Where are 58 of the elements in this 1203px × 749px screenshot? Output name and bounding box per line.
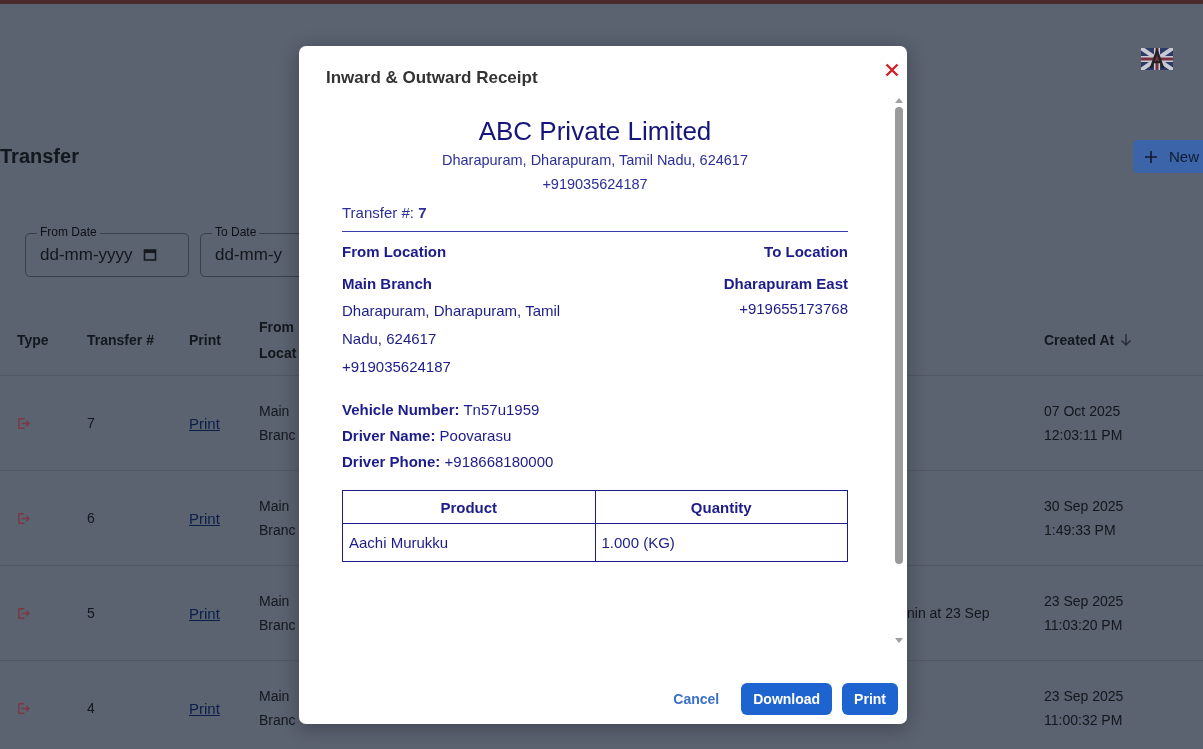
table-cell-text: 30 Sep 2025 bbox=[1044, 497, 1125, 516]
plus-icon bbox=[1145, 150, 1157, 163]
table-cell-text: 4 bbox=[87, 699, 96, 718]
table-cell: Aachi Murukku bbox=[342, 523, 595, 562]
sort-down-icon[interactable] bbox=[1120, 333, 1133, 347]
table-cell-text: 1:49:33 PM bbox=[1044, 521, 1117, 540]
column-header: Type bbox=[17, 331, 50, 350]
company-name: ABC Private Limited bbox=[477, 115, 713, 148]
column-header: Product bbox=[342, 490, 595, 524]
company-phone: +919035624187 bbox=[541, 175, 649, 194]
action-button[interactable]: Download bbox=[741, 683, 833, 715]
from-location-address: Dharapuram, Dharapuram, Tamil Nadu, 624617 bbox=[342, 301, 562, 349]
table-cell-text: 07 Oct 2025 bbox=[1044, 402, 1122, 421]
table-cell-text: Main Branc bbox=[259, 687, 297, 730]
calendar-icon[interactable] bbox=[142, 248, 157, 262]
column-header: Quantity bbox=[595, 490, 848, 524]
print-link[interactable]: Print bbox=[189, 699, 220, 717]
company-address: Dharapuram, Dharapuram, Tamil Nadu, 624617 bbox=[441, 151, 749, 170]
table-cell-text: 6 bbox=[87, 509, 96, 528]
print-link[interactable]: Print bbox=[189, 509, 220, 527]
table-cell: 1.000 (KG) bbox=[595, 523, 848, 562]
print-link[interactable]: Print bbox=[189, 414, 220, 432]
table-cell-text: Main Branc bbox=[259, 497, 297, 540]
exit-icon bbox=[17, 701, 30, 715]
table-cell-text: Main Branc bbox=[259, 592, 297, 635]
table-cell-text: 7 bbox=[87, 414, 96, 433]
transfer-number: Transfer #: 7 bbox=[342, 203, 848, 232]
print-link[interactable]: Print bbox=[189, 604, 220, 622]
exit-icon bbox=[17, 511, 30, 525]
cancel-button[interactable]: Cancel bbox=[661, 683, 732, 715]
action-button[interactable]: Print bbox=[842, 683, 898, 715]
close-icon[interactable] bbox=[885, 63, 899, 77]
page-title: Transfer bbox=[0, 145, 79, 168]
language-flag-icon[interactable] bbox=[1141, 48, 1173, 70]
dialog-title: Inward & Outward Receipt bbox=[326, 68, 538, 88]
column-header[interactable]: Created At bbox=[1044, 327, 1115, 353]
exit-icon bbox=[17, 606, 30, 620]
table-cell-text: Main Branc bbox=[259, 402, 297, 445]
column-header: Transfer # bbox=[87, 331, 155, 350]
table-cell-text: 12:03:11 PM bbox=[1044, 426, 1124, 445]
from-location-name: Main Branch bbox=[342, 274, 433, 294]
column-header: From Locat bbox=[259, 318, 298, 363]
from-location-phone: +919035624187 bbox=[342, 357, 452, 377]
table-cell: nin at 23 Sep bbox=[907, 605, 990, 621]
to-location-phone: +919655173768 bbox=[739, 299, 848, 319]
table-cell-text: 11:00:32 PM bbox=[1044, 711, 1124, 730]
new-button[interactable]: New bbox=[1133, 140, 1203, 173]
table-cell-text: 23 Sep 2025 bbox=[1044, 687, 1125, 706]
detail-text: Driver Name: Poovarasu bbox=[342, 426, 513, 446]
to-location-name: Dharapuram East bbox=[723, 274, 848, 294]
exit-icon bbox=[17, 416, 30, 430]
column-header: Print bbox=[189, 331, 222, 350]
table-cell-text: 11:03:20 PM bbox=[1044, 616, 1124, 635]
detail-text: Driver Phone: +918668180000 bbox=[342, 452, 555, 472]
to-location-heading: To Location bbox=[764, 242, 848, 262]
detail-text: Vehicle Number: Tn57u1959 bbox=[342, 400, 541, 420]
table-cell-text: 23 Sep 2025 bbox=[1044, 592, 1125, 611]
table-cell-text: 5 bbox=[87, 604, 96, 623]
